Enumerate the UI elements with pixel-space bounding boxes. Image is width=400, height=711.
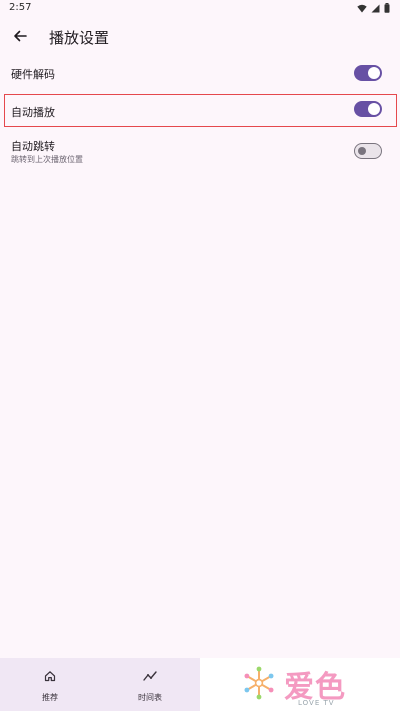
trend-icon [143, 671, 157, 681]
watermark: 爱色 LOVE TV [200, 658, 400, 711]
nav-label: 推荐 [42, 693, 58, 702]
status-bar: 2:57 [0, 0, 400, 16]
page-title: 播放设置 [49, 29, 110, 47]
setting-row-hardware-decoding[interactable]: 硬件解码 [0, 58, 400, 88]
setting-row-auto-jump[interactable]: 自动跳转 跳转到上次播放位置 [0, 134, 400, 170]
nav-item-schedule[interactable]: 时间表 [100, 658, 200, 711]
status-time: 2:57 [9, 2, 32, 13]
status-icons [357, 3, 390, 13]
home-icon [44, 671, 56, 682]
nav-label: 时间表 [138, 693, 162, 702]
back-button[interactable] [10, 26, 30, 46]
setting-title: 自动跳转 [11, 140, 55, 153]
arrow-back-icon [14, 30, 27, 42]
battery-icon [384, 3, 390, 13]
nav-item-recommend[interactable]: 推荐 [0, 658, 100, 711]
hardware-decoding-switch[interactable] [354, 65, 382, 81]
app-bar: 播放设置 [0, 20, 400, 52]
switch-thumb [358, 146, 366, 155]
snowflake-logo-icon [244, 666, 274, 700]
auto-jump-switch[interactable] [354, 143, 382, 159]
setting-title: 硬件解码 [11, 68, 55, 81]
switch-thumb [368, 67, 380, 79]
wifi-icon [357, 4, 367, 12]
watermark-subtext: LOVE TV [298, 699, 335, 707]
signal-icon [371, 4, 380, 12]
setting-subtitle: 跳转到上次播放位置 [11, 155, 83, 164]
highlight-box [4, 94, 397, 127]
bottom-nav: 推荐 时间表 [0, 658, 200, 711]
